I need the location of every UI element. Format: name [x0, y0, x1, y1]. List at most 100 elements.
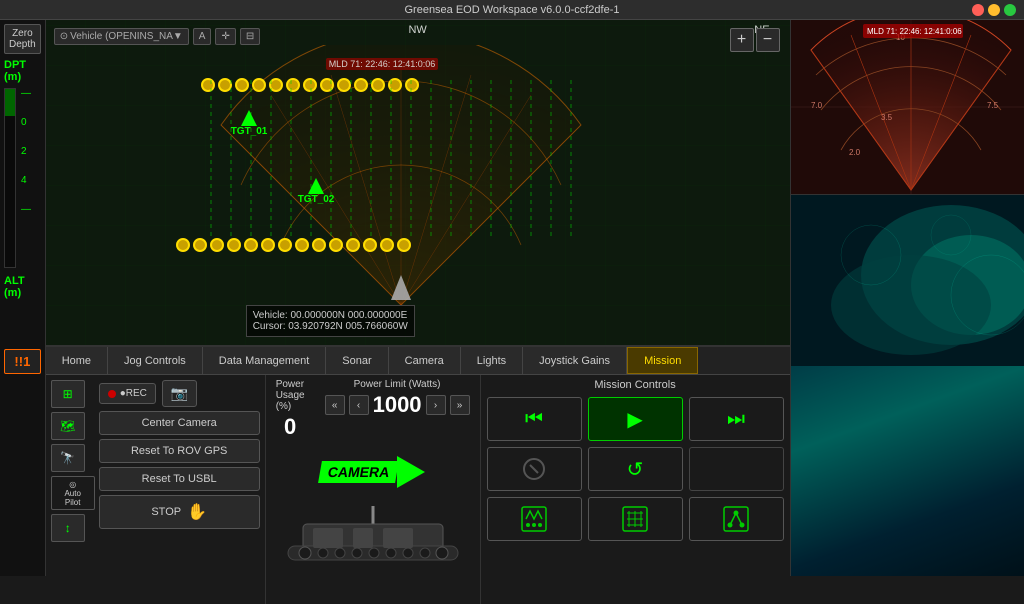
depth-bar-container	[4, 88, 16, 268]
tab-sonar[interactable]: Sonar	[326, 347, 388, 374]
bottom-left-controls: ⊞ 🗺 🔭 ◎ AutoPilot ↕ ●REC	[46, 375, 266, 604]
mission-path-button[interactable]	[689, 497, 784, 541]
mission-loop-button[interactable]: ↺	[588, 447, 683, 491]
depth-tick-1: 0	[21, 117, 31, 128]
wp-dot-b13	[380, 238, 394, 252]
mission-play-button[interactable]: ▶	[588, 397, 683, 441]
vehicle-selector[interactable]: ⊙ Vehicle (OPENINS_NA▼	[54, 28, 189, 45]
mission-grid-button[interactable]	[588, 497, 683, 541]
map-area[interactable]: NW NE MLD 71: 22:46: 12:41:0:06 ⊙ Vehicl…	[46, 20, 790, 346]
record-button[interactable]: ●REC	[99, 383, 156, 404]
wp-dot-b7	[278, 238, 292, 252]
map-icon-btn[interactable]: 🗺	[51, 412, 85, 440]
sonar-display-panel: 2.0 3.5 7.0 7.5 10 MLD 71: 22:46: 12:41:…	[790, 20, 1024, 195]
tab-jog-controls[interactable]: Jog Controls	[108, 347, 203, 374]
power-limit-label: Power Limit (Watts)	[354, 379, 441, 390]
target-01-pin	[241, 110, 257, 126]
bottom-inner: ⊞ 🗺 🔭 ◎ AutoPilot ↕ ●REC	[46, 375, 790, 604]
map-tool-a[interactable]: A	[193, 28, 212, 45]
maximize-btn[interactable]	[1004, 4, 1016, 16]
zoom-in-button[interactable]: +	[730, 28, 754, 52]
reset-rov-gps-button[interactable]: Reset To ROV GPS	[99, 439, 260, 463]
wp-dot-3	[235, 78, 249, 92]
bottom-panel: Home Jog Controls Data Management Sonar …	[46, 346, 790, 576]
depth-tick-2: 2	[21, 146, 31, 157]
alt-label: ALT (m)	[4, 275, 41, 299]
mission-controls-grid: ⏮ ▶ ⏭ ↺	[487, 397, 784, 541]
power-limit-controls: « ‹ 1000 › »	[325, 392, 470, 418]
tab-joystick-gains[interactable]: Joystick Gains	[523, 347, 627, 374]
target-02-pin	[308, 178, 324, 194]
power-row: Power Usage (%) 0 Power Limit (Watts) « …	[276, 379, 470, 440]
depth-tick-0: —	[21, 88, 31, 99]
target-01-marker: TGT_01	[231, 110, 268, 137]
map-tool-c[interactable]: ⊟	[240, 28, 260, 45]
tab-mission[interactable]: Mission	[627, 347, 698, 374]
vehicle-position: Vehicle: 00.000000N 000.000000E	[253, 310, 408, 321]
arrow-icon-btn[interactable]: ↕	[51, 514, 85, 542]
mission-grid-icon	[621, 505, 649, 533]
wp-dot-5	[269, 78, 283, 92]
power-prev-btn[interactable]: ‹	[349, 395, 369, 415]
warning-count: !1	[19, 354, 31, 369]
power-next-btn[interactable]: ›	[426, 395, 446, 415]
target-02-marker: TGT_02	[298, 178, 335, 205]
vehicle-label: Vehicle (OPENINS_NA▼	[70, 31, 183, 42]
autopilot-button[interactable]: ◎ AutoPilot	[51, 476, 95, 510]
depth-tick-3: 4	[21, 175, 31, 186]
right-side-panels: 2.0 3.5 7.0 7.5 10 MLD 71: 22:46: 12:41:…	[790, 20, 1024, 576]
mission-fastforward-button[interactable]: ⏭	[689, 397, 784, 441]
waypoints-top-row	[201, 78, 419, 92]
zoom-out-button[interactable]: −	[756, 28, 780, 52]
close-btn[interactable]	[972, 4, 984, 16]
stop-button[interactable]: STOP ✋	[99, 495, 260, 529]
grid-icon-btn[interactable]: ⊞	[51, 380, 85, 408]
center-area: NW NE MLD 71: 22:46: 12:41:0:06 ⊙ Vehicl…	[46, 20, 790, 576]
wp-dot-12	[388, 78, 402, 92]
camera-arrow-icon	[397, 456, 425, 488]
power-usage-value: 0	[284, 414, 296, 440]
target-02-label: TGT_02	[298, 194, 335, 205]
mission-hold-button[interactable]	[487, 447, 582, 491]
mission-controls-title: Mission Controls	[487, 379, 784, 391]
cursor-position: Cursor: 03.920792N 005.766060W	[253, 321, 408, 332]
map-toolbar: ⊙ Vehicle (OPENINS_NA▼ A ✛ ⊟	[54, 28, 261, 45]
tab-data-management[interactable]: Data Management	[203, 347, 327, 374]
wp-dot-13	[405, 78, 419, 92]
scope-icon-btn[interactable]: 🔭	[51, 444, 85, 472]
bottom-left-main: ●REC 📷 Center Camera Reset To ROV GPS Re…	[99, 380, 260, 599]
rov-illustration	[283, 496, 463, 566]
center-camera-button[interactable]: Center Camera	[99, 411, 260, 435]
reset-usbl-button[interactable]: Reset To USBL	[99, 467, 260, 491]
wp-dot-b5	[244, 238, 258, 252]
wp-dot-10	[354, 78, 368, 92]
power-first-btn[interactable]: «	[325, 395, 345, 415]
wp-dot-b10	[329, 238, 343, 252]
tab-camera[interactable]: Camera	[389, 347, 461, 374]
app-title: Greensea EOD Workspace v6.0.0-ccf2dfe-1	[404, 4, 619, 16]
zero-depth-button[interactable]: Zero Depth	[4, 24, 41, 54]
tab-lights[interactable]: Lights	[461, 347, 523, 374]
mission-path-icon	[722, 505, 750, 533]
mission-empty-button[interactable]	[689, 447, 784, 491]
titlebar: Greensea EOD Workspace v6.0.0-ccf2dfe-1	[0, 0, 1024, 20]
camera-snapshot-button[interactable]: 📷	[162, 380, 197, 407]
depth-bar-fill	[5, 89, 15, 116]
camera-label-arrow: CAMERA	[320, 456, 425, 488]
left-sidebar: Zero Depth DPT (m) — 0 2 4 — ALT (m) !!1	[0, 20, 46, 576]
mission-rewind-button[interactable]: ⏮	[487, 397, 582, 441]
hold-icon	[522, 457, 546, 481]
power-last-btn[interactable]: »	[450, 395, 470, 415]
svg-text:7.5: 7.5	[987, 101, 999, 110]
tab-home[interactable]: Home	[46, 347, 108, 374]
mission-waypoints-button[interactable]	[487, 497, 582, 541]
wp-dot-b1	[176, 238, 190, 252]
rec-row: ●REC 📷	[99, 380, 260, 407]
map-tool-b[interactable]: ✛	[215, 28, 235, 45]
sonar-svg: 2.0 3.5 7.0 7.5 10 MLD 71: 22:46: 12:41:…	[791, 20, 1024, 195]
minimize-btn[interactable]	[988, 4, 1000, 16]
wp-dot-4	[252, 78, 266, 92]
wp-dot-b3	[210, 238, 224, 252]
power-usage-section: Power Usage (%) 0	[276, 379, 305, 440]
dpt-label: DPT (m)	[4, 59, 41, 83]
